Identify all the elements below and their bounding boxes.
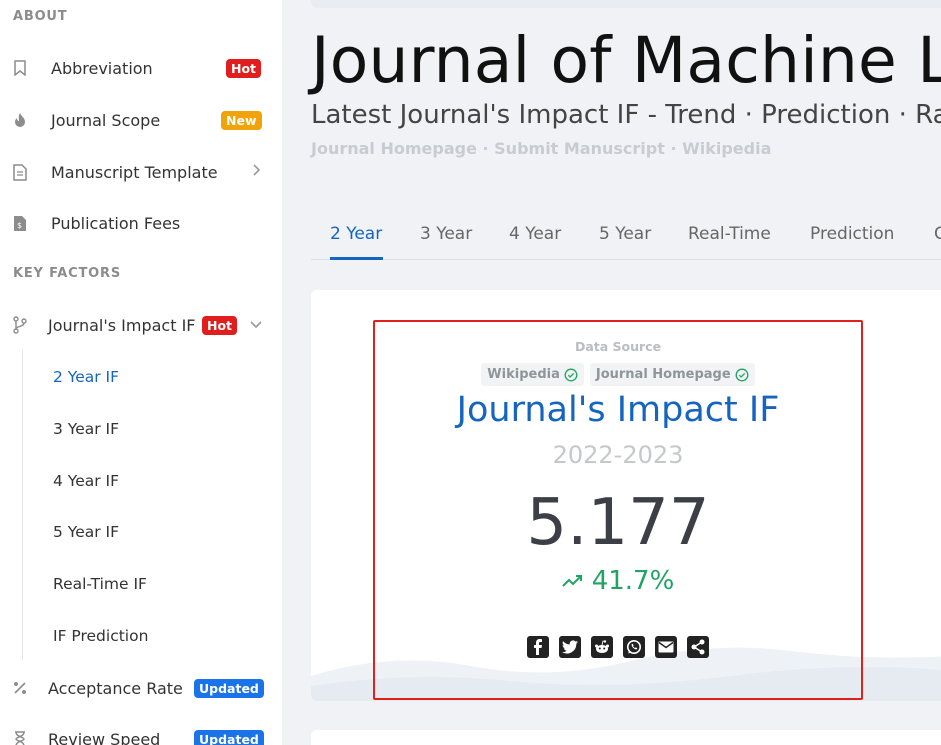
section-title-about: ABOUT: [13, 9, 68, 24]
sidebar-item-acceptance-rate[interactable]: Acceptance Rate Updated: [0, 668, 282, 708]
sidebar-item-journal-scope[interactable]: Journal Scope New: [0, 100, 282, 140]
document-icon: [11, 163, 29, 181]
sidebar-item-impact-if[interactable]: Journal's Impact IF Hot: [0, 305, 282, 345]
sidebar-subitem-2-year-if[interactable]: 2 Year IF: [53, 368, 119, 386]
sidebar-item-label: Journal Scope: [51, 110, 161, 130]
chevron-down-icon: [250, 317, 262, 333]
highlight-box: [373, 320, 863, 700]
sidebar-item-label: Acceptance Rate: [48, 678, 183, 698]
sidebar-subitem-3-year-if[interactable]: 3 Year IF: [53, 420, 119, 438]
tab-4-year[interactable]: 4 Year: [509, 224, 561, 244]
chevron-right-icon: [251, 164, 261, 180]
tab-2-year[interactable]: 2 Year: [330, 224, 382, 244]
hourglass-icon: [11, 730, 29, 745]
sidebar-item-label: Manuscript Template: [51, 162, 218, 182]
sidebar-item-publication-fees[interactable]: $ Publication Fees: [0, 203, 282, 243]
journal-links[interactable]: Journal Homepage · Submit Manuscript · W…: [311, 139, 771, 158]
active-tab-indicator: [330, 257, 383, 260]
tab-bar: 2 Year 3 Year 4 Year 5 Year Real-Time Pr…: [311, 210, 941, 260]
hot-badge: Hot: [226, 58, 262, 78]
tab-real-time[interactable]: Real-Time: [688, 224, 771, 244]
sidebar-item-review-speed[interactable]: Review Speed Updated: [0, 719, 282, 745]
updated-badge: Updated: [194, 729, 264, 745]
updated-badge: Updated: [194, 678, 264, 698]
next-card: [311, 730, 941, 745]
sidebar-item-label: Journal's Impact IF: [48, 315, 196, 335]
section-title-key-factors: KEY FACTORS: [13, 266, 121, 281]
branch-icon: [11, 316, 29, 334]
hot-badge: Hot: [202, 315, 238, 335]
sidebar-subitem-5-year-if[interactable]: 5 Year IF: [53, 523, 119, 541]
new-badge: New: [221, 110, 262, 130]
sidebar-item-abbreviation[interactable]: Abbreviation Hot: [0, 48, 282, 88]
svg-text:$: $: [17, 221, 22, 230]
submenu-guide-line: [22, 350, 23, 660]
bookmark-icon: [11, 59, 29, 77]
tab-3-year[interactable]: 3 Year: [420, 224, 472, 244]
page-title: Journal of Machine L: [311, 24, 941, 97]
sidebar-item-label: Review Speed: [48, 729, 161, 745]
sidebar-item-label: Abbreviation: [51, 58, 153, 78]
sidebar-subitem-if-prediction[interactable]: IF Prediction: [53, 627, 148, 645]
tab-5-year[interactable]: 5 Year: [599, 224, 651, 244]
sidebar: ABOUT Abbreviation Hot Journal Scope New…: [0, 0, 282, 745]
sidebar-subitem-real-time-if[interactable]: Real-Time IF: [53, 575, 147, 593]
tab-prediction[interactable]: Prediction: [810, 224, 894, 244]
tab-more[interactable]: C: [934, 224, 941, 244]
percent-icon: [11, 679, 29, 697]
page-subtitle: Latest Journal's Impact IF - Trend · Pre…: [311, 100, 941, 130]
sidebar-item-manuscript-template[interactable]: Manuscript Template: [0, 152, 282, 192]
sidebar-item-label: Publication Fees: [51, 213, 181, 233]
sidebar-subitem-4-year-if[interactable]: 4 Year IF: [53, 472, 119, 490]
top-bar: [311, 0, 941, 8]
flame-icon: [11, 111, 29, 129]
invoice-icon: $: [11, 214, 29, 232]
